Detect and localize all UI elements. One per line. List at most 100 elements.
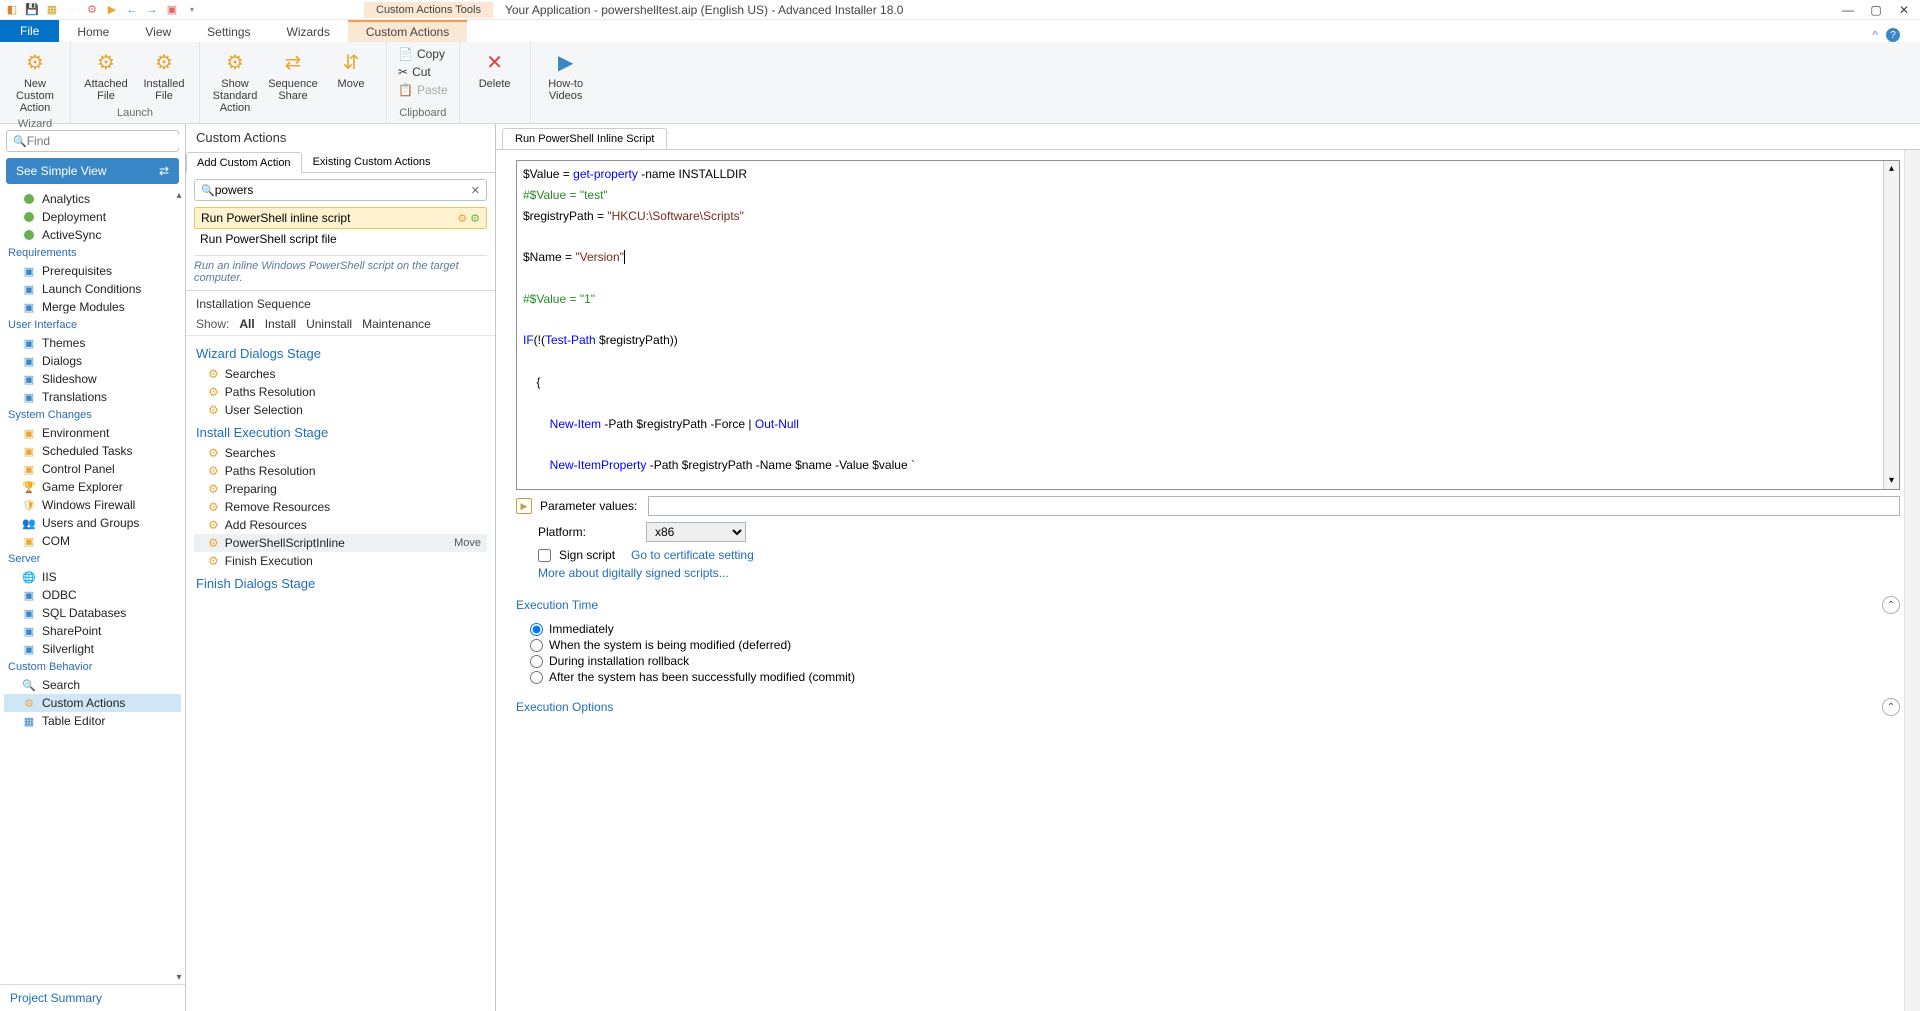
project-summary-link[interactable]: Project Summary <box>0 984 185 1011</box>
seq-item[interactable]: ⚙Add Resources <box>194 516 487 534</box>
tab-add-custom-action[interactable]: Add Custom Action <box>186 152 302 173</box>
nav-item-search[interactable]: 🔍Search <box>4 676 181 694</box>
tab-existing-custom-actions[interactable]: Existing Custom Actions <box>302 151 442 172</box>
tab-wizards[interactable]: Wizards <box>269 22 348 42</box>
nav-item-iis[interactable]: 🌐IIS <box>4 568 181 586</box>
scroll-down-icon[interactable]: ▾ <box>1884 473 1899 489</box>
scroll-down-icon[interactable]: ▾ <box>173 972 185 984</box>
exec-time-option[interactable]: When the system is being modified (defer… <box>530 638 1900 652</box>
nav-item-sql[interactable]: ▣SQL Databases <box>4 604 181 622</box>
chevron-up-icon[interactable]: ⌃ <box>1882 596 1900 614</box>
nav-item-game-explorer[interactable]: 🏆Game Explorer <box>4 478 181 496</box>
ca-result-row[interactable]: Run PowerShell inline script ⚙ ⚙ <box>194 207 487 229</box>
exec-time-option[interactable]: After the system has been successfully m… <box>530 670 1900 684</box>
nav-item-custom-actions[interactable]: ⚙Custom Actions <box>4 694 181 712</box>
nav-item-themes[interactable]: ▣Themes <box>4 334 181 352</box>
scroll-up-icon[interactable]: ▴ <box>173 190 185 202</box>
nav-item-translations[interactable]: ▣Translations <box>4 388 181 406</box>
minimize-icon[interactable]: — <box>1838 3 1858 17</box>
nav-item-silverlight[interactable]: ▣Silverlight <box>4 640 181 658</box>
more-signed-scripts-link[interactable]: More about digitally signed scripts... <box>538 566 729 580</box>
nav-item-environment[interactable]: ▣Environment <box>4 424 181 442</box>
scroll-up-icon[interactable]: ▴ <box>1884 161 1899 177</box>
nav-item-deployment[interactable]: Deployment <box>4 208 181 226</box>
sequence-share-button[interactable]: ⇄ Sequence Share <box>264 44 322 116</box>
qat-back-icon[interactable]: ← <box>124 2 140 18</box>
tab-file[interactable]: File <box>0 20 59 42</box>
chevron-up-icon[interactable]: ⌃ <box>1882 698 1900 716</box>
detail-tab[interactable]: Run PowerShell Inline Script <box>502 128 667 149</box>
exec-time-option[interactable]: During installation rollback <box>530 654 1900 668</box>
seq-item[interactable]: ⚙Remove Resources <box>194 498 487 516</box>
qat-run-icon[interactable]: ⚙ <box>84 2 100 18</box>
nav-item-activesync[interactable]: ActiveSync <box>4 226 181 244</box>
seq-item[interactable]: ⚙Paths Resolution <box>194 383 487 401</box>
qat-new-icon[interactable]: ◧ <box>4 2 20 18</box>
gear-icon[interactable]: ⚙ <box>457 212 467 225</box>
stage-install[interactable]: Install Execution Stage <box>194 419 487 444</box>
paste-button[interactable]: 📋Paste <box>395 82 451 98</box>
nav-item-odbc[interactable]: ▣ODBC <box>4 586 181 604</box>
nav-item-control-panel[interactable]: ▣Control Panel <box>4 460 181 478</box>
maximize-icon[interactable]: ▢ <box>1866 3 1886 17</box>
nav-item-com[interactable]: ▣COM <box>4 532 181 550</box>
nav-item-users-groups[interactable]: 👥Users and Groups <box>4 514 181 532</box>
nav-item-dialogs[interactable]: ▣Dialogs <box>4 352 181 370</box>
qat-save-icon[interactable]: 💾 <box>24 2 40 18</box>
find-box[interactable]: 🔍 <box>6 130 179 152</box>
gear-plus-icon[interactable]: ⚙ <box>470 212 480 225</box>
ca-search-box[interactable]: 🔍 ✕ <box>194 179 487 201</box>
platform-select[interactable]: x86 <box>646 522 746 542</box>
copy-button[interactable]: 📄Copy <box>395 46 451 62</box>
details-scrollbar[interactable] <box>1904 150 1920 1011</box>
radio-deferred[interactable] <box>530 639 543 652</box>
seq-item[interactable]: ⚙User Selection <box>194 401 487 419</box>
cut-button[interactable]: ✂Cut <box>395 64 451 80</box>
new-custom-action-button[interactable]: ⚙ New Custom Action <box>6 44 64 116</box>
seq-item[interactable]: ⚙Searches <box>194 365 487 383</box>
filter-maintenance[interactable]: Maintenance <box>362 317 431 331</box>
radio-commit[interactable] <box>530 671 543 684</box>
nav-item-prerequisites[interactable]: ▣Prerequisites <box>4 262 181 280</box>
qat-play-icon[interactable]: ▶ <box>104 2 120 18</box>
script-editor[interactable]: $Value = get-property -name INSTALLDIR #… <box>516 160 1900 490</box>
cert-settings-link[interactable]: Go to certificate setting <box>631 548 754 562</box>
find-input[interactable] <box>27 134 182 148</box>
move-label[interactable]: Move <box>454 537 481 549</box>
sign-script-checkbox[interactable] <box>538 549 551 562</box>
seq-item[interactable]: ⚙Preparing <box>194 480 487 498</box>
radio-rollback[interactable] <box>530 655 543 668</box>
param-values-input[interactable] <box>648 496 1900 516</box>
filter-uninstall[interactable]: Uninstall <box>306 317 352 331</box>
delete-button[interactable]: ✕ Delete <box>466 44 524 105</box>
stage-wizard[interactable]: Wizard Dialogs Stage <box>194 340 487 365</box>
simple-view-button[interactable]: See Simple View ⇄ <box>6 158 179 184</box>
qat-dropdown-icon[interactable]: ▾ <box>184 2 200 18</box>
code-scrollbar[interactable]: ▴▾ <box>1883 161 1899 489</box>
clear-icon[interactable]: ✕ <box>471 184 480 197</box>
nav-item-table-editor[interactable]: ▦Table Editor <box>4 712 181 730</box>
show-standard-action-button[interactable]: ⚙ Show Standard Action <box>206 44 264 116</box>
attached-file-button[interactable]: ⚙ Attached File <box>77 44 135 105</box>
tab-view[interactable]: View <box>127 22 189 42</box>
qat-debug-icon[interactable]: ▣ <box>164 2 180 18</box>
nav-item-windows-firewall[interactable]: 🛡Windows Firewall <box>4 496 181 514</box>
nav-item-analytics[interactable]: Analytics <box>4 190 181 208</box>
nav-item-slideshow[interactable]: ▣Slideshow <box>4 370 181 388</box>
execution-options-header[interactable]: Execution Options ⌃ <box>516 686 1900 722</box>
ribbon-collapse-icon[interactable]: ^ <box>1872 28 1878 42</box>
nav-item-scheduled-tasks[interactable]: ▣Scheduled Tasks <box>4 442 181 460</box>
nav-item-sharepoint[interactable]: ▣SharePoint <box>4 622 181 640</box>
ca-search-input[interactable] <box>215 183 471 197</box>
seq-item[interactable]: ⚙Finish Execution <box>194 552 487 570</box>
ribbon-help-icon[interactable]: ? <box>1886 28 1900 42</box>
tab-home[interactable]: Home <box>59 22 127 42</box>
tab-custom-actions[interactable]: Custom Actions <box>348 20 467 42</box>
nav-item-launch-conditions[interactable]: ▣Launch Conditions <box>4 280 181 298</box>
move-button[interactable]: ⇵ Move <box>322 44 380 116</box>
seq-item-selected[interactable]: ⚙PowerShellScriptInlineMove <box>194 534 487 552</box>
close-icon[interactable]: ✕ <box>1894 3 1914 17</box>
filter-all[interactable]: All <box>239 317 254 331</box>
tab-settings[interactable]: Settings <box>189 22 268 42</box>
stage-finish[interactable]: Finish Dialogs Stage <box>194 570 487 595</box>
